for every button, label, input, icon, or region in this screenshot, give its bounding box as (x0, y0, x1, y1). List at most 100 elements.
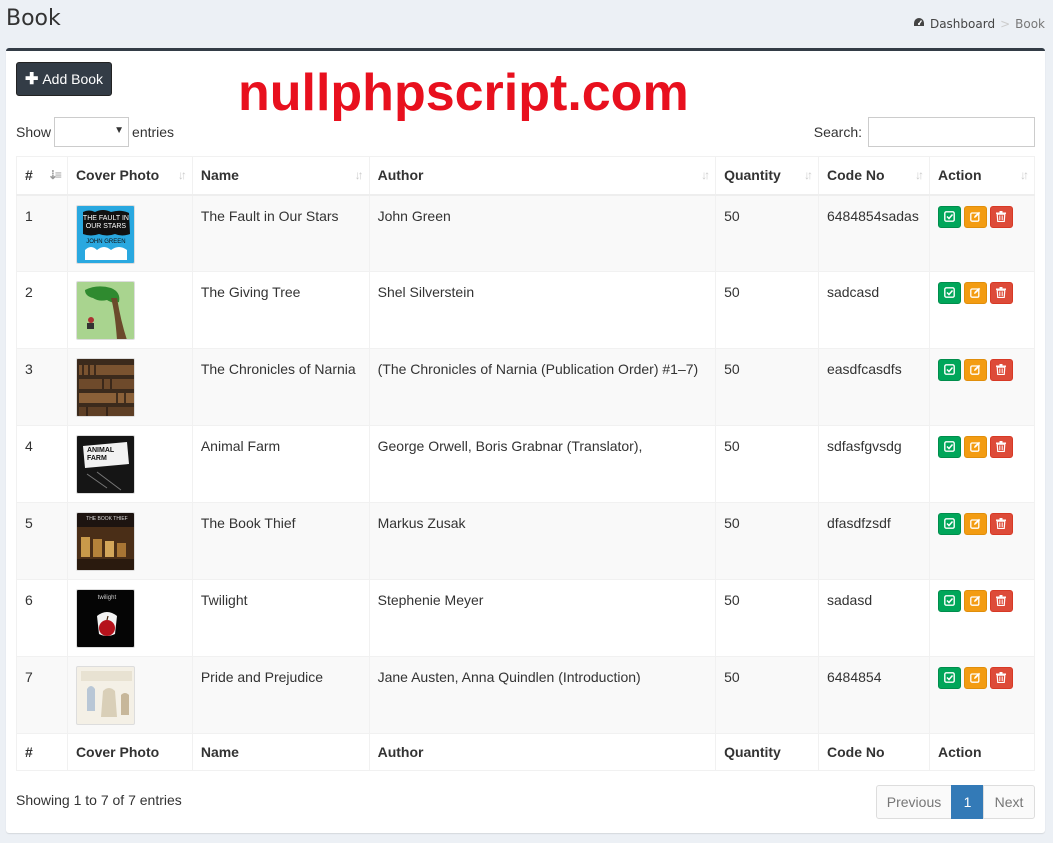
cell-cover: THE BOOK THIEF (66, 502, 193, 580)
column-header-action[interactable]: Action ↓↑ (928, 156, 1036, 196)
cell-number: 6 (16, 579, 68, 657)
trash-icon (996, 670, 1007, 686)
check-square-icon (944, 593, 955, 609)
cell-name: Animal Farm (191, 425, 370, 503)
delete-button[interactable] (989, 359, 1013, 381)
view-button[interactable] (937, 590, 961, 612)
edit-button[interactable] (963, 205, 987, 228)
cell-author: (The Chronicles of Narnia (Publication O… (368, 348, 717, 426)
cell-code: 6484854sadas (817, 194, 930, 272)
view-button[interactable] (937, 282, 961, 304)
search-label: Search: (813, 124, 862, 140)
cell-cover (66, 656, 193, 734)
previous-page-button[interactable]: Previous (876, 785, 952, 819)
edit-button[interactable] (963, 513, 987, 535)
delete-button[interactable] (989, 282, 1013, 304)
check-square-icon (944, 209, 955, 225)
view-button[interactable] (937, 205, 961, 228)
cell-author: Shel Silverstein (368, 271, 717, 349)
cell-actions (928, 194, 1036, 272)
sort-icon: ↓↑ (177, 168, 187, 182)
column-header-name[interactable]: Name ↓↑ (191, 156, 370, 196)
watermark-text: nullphpscript.com (238, 64, 689, 122)
edit-icon (970, 209, 981, 225)
cell-cover (66, 271, 193, 349)
cell-name: Twilight (191, 579, 370, 657)
column-header-code-no[interactable]: Code No ↓↑ (817, 156, 930, 196)
cell-code: 6484854 (817, 656, 930, 734)
table-header-row: # ⇣≡ Cover Photo ↓↑ Name ↓↑ Author ↓↑ Quanti… (16, 156, 1036, 196)
column-header-cover-photo[interactable]: Cover Photo ↓↑ (66, 156, 193, 196)
cell-cover: ANIMAL FARM (66, 425, 193, 503)
trash-icon (996, 209, 1007, 225)
chevron-down-icon: ▼ (114, 125, 125, 136)
table-row: 3 The Chronicles of Narnia (The Chronicl… (16, 348, 1036, 426)
footer-quantity: Quantity (715, 733, 819, 771)
edit-button[interactable] (963, 359, 987, 381)
view-button[interactable] (937, 359, 961, 381)
show-label: Show (16, 124, 52, 140)
delete-button[interactable] (989, 205, 1013, 228)
view-button[interactable] (937, 436, 961, 458)
cell-author: George Orwell, Boris Grabnar (Translator… (368, 425, 717, 503)
edit-icon (970, 285, 981, 301)
cell-actions (928, 579, 1036, 657)
delete-button[interactable] (989, 667, 1013, 689)
page-1-button[interactable]: 1 (951, 785, 984, 819)
sort-asc-icon: ⇣≡ (47, 168, 62, 182)
cell-author: John Green (368, 194, 717, 272)
table-row: 4 ANIMAL FARM Animal Farm George Orwell,… (16, 425, 1036, 503)
cell-code: easdfcasdfs (817, 348, 930, 426)
view-button[interactable] (937, 667, 961, 689)
footer-name: Name (191, 733, 370, 771)
delete-button[interactable] (989, 436, 1013, 458)
cover-title-text: THE FAULT IN OUR STARS (82, 214, 129, 230)
books-table: # ⇣≡ Cover Photo ↓↑ Name ↓↑ Author ↓↑ Quanti… (16, 156, 1036, 771)
search-input[interactable] (868, 117, 1035, 147)
cell-number: 2 (16, 271, 68, 349)
delete-button[interactable] (989, 513, 1013, 535)
page-title: Book (6, 6, 61, 31)
edit-button[interactable] (963, 282, 987, 304)
column-header-quantity[interactable]: Quantity ↓↑ (715, 156, 819, 196)
delete-button[interactable] (989, 590, 1013, 612)
edit-icon (970, 439, 981, 455)
column-header-author[interactable]: Author ↓↑ (368, 156, 717, 196)
cell-actions (928, 425, 1036, 503)
table-row: 1 THE FAULT IN OUR STARS JOHN GREEN The … (16, 194, 1036, 272)
cell-author: Jane Austen, Anna Quindlen (Introduction… (368, 656, 717, 734)
edit-button[interactable] (963, 667, 987, 689)
edit-button[interactable] (963, 436, 987, 458)
cell-cover (66, 348, 193, 426)
check-square-icon (944, 439, 955, 455)
edit-button[interactable] (963, 590, 987, 612)
edit-icon (970, 593, 981, 609)
cell-quantity: 50 (715, 348, 819, 426)
cell-code: dfasdfzsdf (817, 502, 930, 580)
add-book-button[interactable]: ✚ Add Book (16, 62, 112, 96)
table-row: 5 THE BOOK THIEF The Book Thief Markus Z… (16, 502, 1036, 580)
cell-code: sdfasfgvsdg (817, 425, 930, 503)
entries-select[interactable]: ▼ (54, 117, 130, 147)
column-header-number[interactable]: # ⇣≡ (16, 156, 68, 196)
breadcrumb-home-link[interactable]: Dashboard (930, 17, 995, 31)
cell-actions (928, 502, 1036, 580)
sort-icon: ↓↑ (354, 168, 364, 182)
next-page-button[interactable]: Next (983, 785, 1035, 819)
book-list-box: ✚ Add Book nullphpscript.com Show ▼ entr… (6, 48, 1045, 833)
edit-icon (970, 670, 981, 686)
sort-icon: ↓↑ (1020, 168, 1029, 182)
cell-actions (928, 348, 1036, 426)
cover-title-text: ANIMAL FARM (86, 447, 115, 462)
view-button[interactable] (937, 513, 961, 535)
book-thief-cover: THE BOOK THIEF (75, 512, 135, 571)
table-footer-row: # Cover Photo Name Author Quantity Code … (16, 733, 1036, 771)
dashboard-icon (913, 17, 925, 31)
sort-icon: ↓↑ (803, 168, 813, 182)
check-square-icon (944, 285, 955, 301)
cell-name: The Giving Tree (191, 271, 370, 349)
cover-author-text: JOHN GREEN (86, 238, 126, 245)
trash-icon (996, 516, 1007, 532)
cell-author: Markus Zusak (368, 502, 717, 580)
check-square-icon (944, 670, 955, 686)
